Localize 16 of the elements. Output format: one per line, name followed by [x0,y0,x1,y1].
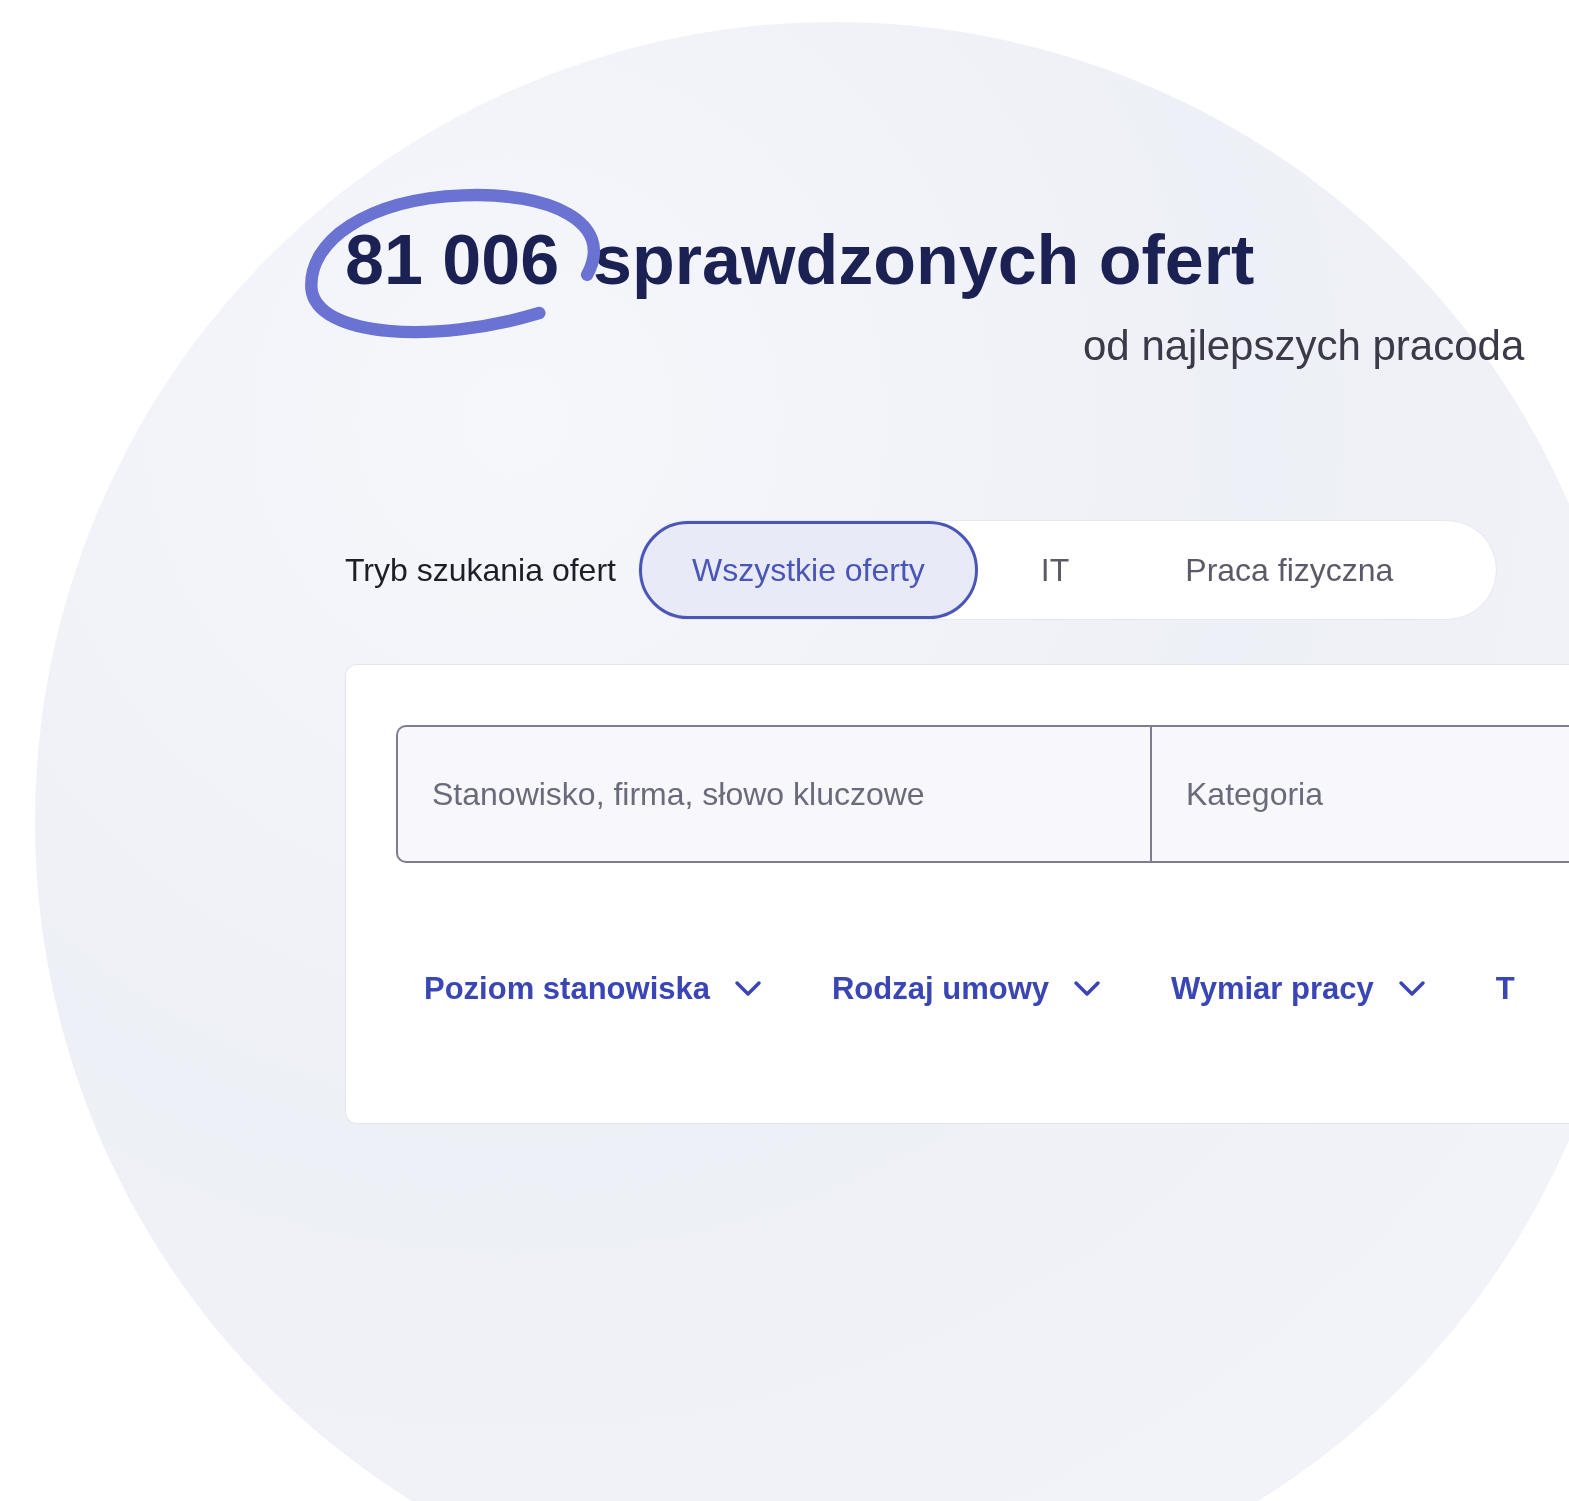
filter-dropdown[interactable]: Wymiar pracy [1171,971,1426,1007]
chevron-down-icon [1397,980,1426,998]
keyword-field[interactable]: Stanowisko, firma, słowo kluczowe [396,725,1150,863]
offer-count: 81 006 [345,221,560,299]
mode-tab[interactable]: Praca fizyczna [1132,521,1447,619]
page-heading: sprawdzonych ofert [593,220,1255,300]
mode-tab[interactable]: Wszystkie oferty [638,521,978,619]
filter-dropdown[interactable]: T [1495,971,1515,1007]
filter-dropdown[interactable]: Poziom stanowiska [424,971,762,1007]
chevron-down-icon [733,980,762,998]
chevron-down-icon [1073,980,1101,998]
category-field[interactable]: Kategoria [1150,725,1569,863]
filter-dropdown[interactable]: Rodzaj umowy [831,971,1101,1007]
mode-tab[interactable]: IT [987,521,1123,619]
subheading: od najlepszych pracoda [1083,322,1525,370]
search-mode-label: Tryb szukania ofert [345,551,616,589]
